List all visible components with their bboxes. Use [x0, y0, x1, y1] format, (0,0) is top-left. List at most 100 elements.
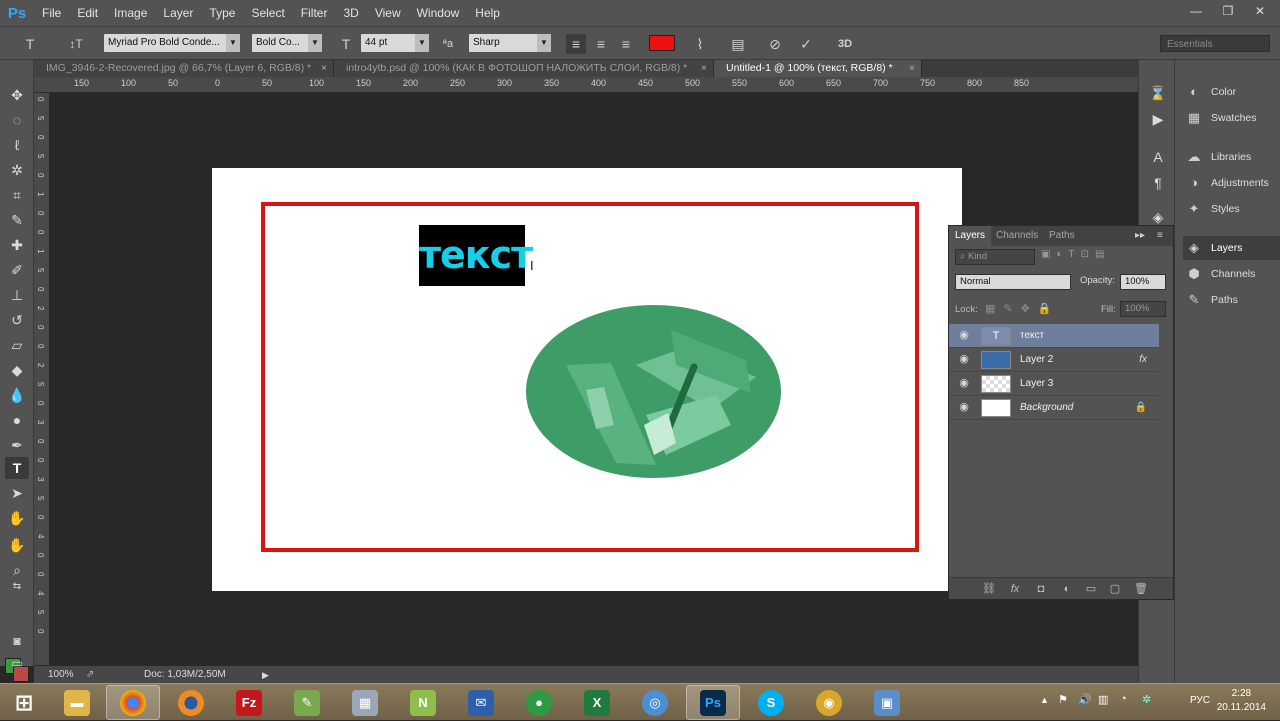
fx-icon[interactable]: fx [1139, 348, 1147, 372]
panel-channels[interactable]: ⬢ Channels [1183, 262, 1280, 286]
character-panel-icon[interactable]: A [1146, 146, 1170, 168]
close-button[interactable]: ✕ [1246, 2, 1274, 20]
eyedropper-tool-icon[interactable]: ✎ [5, 209, 29, 231]
panel-layers[interactable]: ◈ Layers [1183, 236, 1280, 260]
collapse-icon[interactable]: ▸▸ [1129, 226, 1151, 246]
delete-layer-icon[interactable]: 🗑 [1133, 581, 1149, 597]
restore-button[interactable]: ❐ [1214, 2, 1242, 20]
dodge-tool-icon[interactable]: ● [5, 409, 29, 431]
marquee-tool-icon[interactable]: ◌ [5, 109, 29, 131]
clock[interactable]: 2:28 20.11.2014 [1217, 687, 1266, 715]
menu-image[interactable]: Image [106, 0, 155, 26]
language-indicator[interactable]: РУС [1190, 695, 1210, 706]
selected-text-layer[interactable]: текст [419, 225, 533, 286]
taskbar-skype[interactable]: S [744, 685, 798, 720]
swap-colors-icon[interactable]: ⇆ [5, 580, 29, 594]
taskbar-filezilla[interactable]: Fz [222, 685, 276, 720]
zoom-tool-icon[interactable]: ⌕ [5, 559, 29, 581]
move-tool-icon[interactable]: ✥ [5, 84, 29, 106]
menu-help[interactable]: Help [467, 0, 508, 26]
taskbar-explorer[interactable]: ▬ [50, 685, 104, 720]
panel-swatches[interactable]: ▦ Swatches [1183, 106, 1280, 130]
flag-icon[interactable]: ⚑ [1058, 693, 1068, 706]
network-tray-icon[interactable]: ▥ [1098, 693, 1108, 706]
new-group-icon[interactable]: ▭ [1083, 581, 1099, 597]
taskbar-photoshop[interactable]: Ps [686, 685, 740, 720]
pen-tool-icon[interactable]: ✒ [5, 434, 29, 456]
close-icon[interactable]: × [909, 60, 915, 77]
layer-row-background[interactable]: ◉ Background 🔒 [949, 396, 1159, 420]
panel-libraries[interactable]: ☁ Libraries [1183, 145, 1280, 169]
filter-kind-dropdown[interactable]: ⌕ Kind [955, 249, 1035, 265]
taskbar-editor[interactable]: ✎ [280, 685, 334, 720]
menu-view[interactable]: View [367, 0, 409, 26]
minimize-button[interactable]: — [1182, 2, 1210, 20]
clone-stamp-tool-icon[interactable]: ⊥ [5, 284, 29, 306]
taskbar-app-green[interactable]: ● [512, 685, 566, 720]
show-hidden-icons[interactable]: ▲ [1040, 695, 1049, 705]
panel-paths[interactable]: ✎ Paths [1183, 288, 1280, 312]
lock-icons[interactable]: ▦✎✥🔒 [985, 302, 1060, 315]
zoom-level[interactable]: 100% [48, 666, 74, 684]
taskbar-notepadpp[interactable]: N [396, 685, 450, 720]
antialias-dropdown[interactable]: Sharp ▼ [469, 34, 551, 52]
layer-row-text[interactable]: ◉ T текст [949, 324, 1159, 348]
commit-icon[interactable]: ✓ [796, 34, 816, 54]
type-tool-icon[interactable]: T [5, 457, 29, 479]
history-brush-tool-icon[interactable]: ↺ [5, 309, 29, 331]
panel-adjustments[interactable]: ◑ Adjustments [1183, 171, 1280, 195]
brush-tool-icon[interactable]: ✐ [5, 259, 29, 281]
paragraph-panel-icon[interactable]: ¶ [1146, 172, 1170, 194]
start-button[interactable]: ⊞ [0, 685, 48, 720]
fill-field[interactable]: 100% [1120, 301, 1166, 317]
warp-text-icon[interactable]: ⌇ [690, 34, 710, 54]
character-panel-icon[interactable]: ▤ [728, 34, 748, 54]
path-selection-tool-icon[interactable]: ➤ [5, 482, 29, 504]
font-size-dropdown[interactable]: 44 pt ▼ [361, 34, 429, 52]
hand-tool-icon[interactable]: ✋ [5, 534, 29, 556]
menu-select[interactable]: Select [243, 0, 292, 26]
panel-styles[interactable]: ✦ Styles [1183, 197, 1280, 221]
menu-filter[interactable]: Filter [293, 0, 336, 26]
history-panel-icon[interactable]: ⌛ [1146, 82, 1170, 104]
screen-mode-icon[interactable]: ▭ [5, 652, 29, 674]
add-style-icon[interactable]: fx [1007, 581, 1023, 597]
close-icon[interactable]: × [701, 60, 707, 77]
taskbar-chrome[interactable] [106, 685, 160, 720]
actions-panel-icon[interactable]: ▶ [1146, 108, 1170, 130]
text-color-swatch[interactable] [649, 35, 675, 51]
blur-tool-icon[interactable]: 💧 [5, 384, 29, 406]
menu-file[interactable]: File [34, 0, 69, 26]
taskbar-excel[interactable]: X [570, 685, 624, 720]
volume-icon[interactable]: 🔊 [1078, 693, 1092, 706]
menu-type[interactable]: Type [201, 0, 243, 26]
cancel-icon[interactable]: ⊘ [765, 34, 785, 54]
link-layers-icon[interactable]: ⛓ [981, 581, 997, 597]
healing-brush-tool-icon[interactable]: ✚ [5, 234, 29, 256]
taskbar-outlook[interactable]: ✉ [454, 685, 508, 720]
workspace-switcher[interactable]: Essentials [1160, 35, 1270, 52]
layer-row-layer-2[interactable]: ◉ Layer 2 fx [949, 348, 1159, 372]
align-right-icon[interactable]: ≡ [616, 34, 636, 54]
taskbar-firefox[interactable] [164, 685, 218, 720]
close-icon[interactable]: × [321, 60, 327, 77]
magic-wand-tool-icon[interactable]: ✲ [5, 159, 29, 181]
text-orientation-icon[interactable]: ↕T [66, 34, 86, 54]
new-layer-icon[interactable]: ▢ [1107, 581, 1123, 597]
tab-intro4ytb[interactable]: intro4ytb.psd @ 100% (КАК В ФОТОШОП НАЛО… [334, 60, 714, 77]
lasso-tool-icon[interactable]: ℓ [5, 134, 29, 156]
export-icon[interactable]: ⇗ [86, 666, 94, 684]
3d-icon[interactable]: 3D [832, 34, 858, 54]
tab-channels[interactable]: Channels [990, 226, 1044, 246]
tab-layers[interactable]: Layers [949, 226, 992, 246]
layer-filter-icons[interactable]: ▣◐T⊡▤ [1041, 249, 1110, 260]
taskbar-calculator[interactable]: ▦ [338, 685, 392, 720]
menu-3d[interactable]: 3D [335, 0, 366, 26]
taskbar-photos[interactable]: ▣ [860, 685, 914, 720]
eye-icon[interactable]: ◉ [958, 401, 970, 413]
taskbar-webcam[interactable]: ◉ [802, 685, 856, 720]
paint-bucket-tool-icon[interactable]: ◆ [5, 359, 29, 381]
tab-paths[interactable]: Paths [1043, 226, 1081, 246]
align-center-icon[interactable]: ≡ [591, 34, 611, 54]
status-menu-arrow-icon[interactable]: ▶ [262, 666, 269, 684]
